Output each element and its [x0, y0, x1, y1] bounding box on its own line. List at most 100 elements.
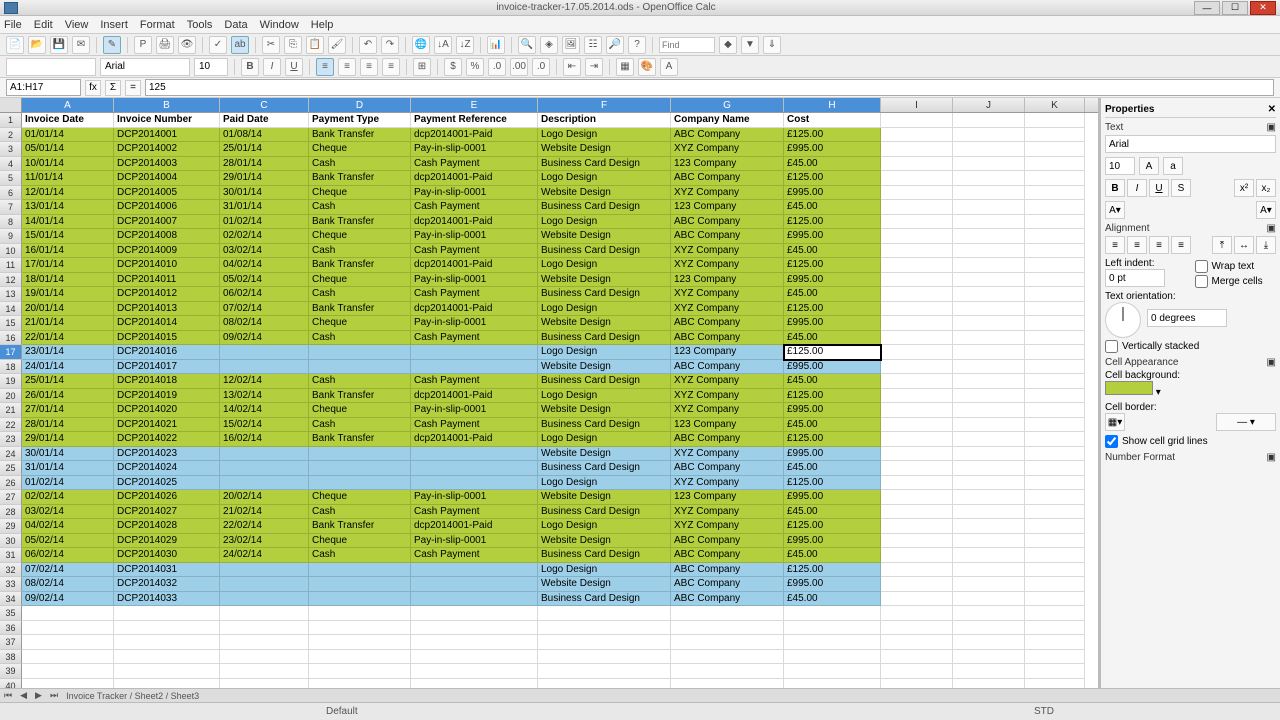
save-icon[interactable]: 💾: [50, 36, 68, 54]
column-headers[interactable]: ABCDEFGHIJK: [0, 98, 1098, 113]
cell[interactable]: ABC Company: [671, 360, 784, 375]
row-header[interactable]: 6: [0, 186, 22, 201]
col-header-J[interactable]: J: [953, 98, 1025, 112]
open-icon[interactable]: 📂: [28, 36, 46, 54]
cell[interactable]: [411, 345, 538, 360]
cell[interactable]: [671, 635, 784, 650]
cell[interactable]: 17/01/14: [22, 258, 114, 273]
cell[interactable]: [309, 461, 411, 476]
cell[interactable]: [881, 273, 953, 288]
cell[interactable]: [881, 432, 953, 447]
cell[interactable]: ABC Company: [671, 461, 784, 476]
cell[interactable]: 06/02/14: [220, 287, 309, 302]
cell[interactable]: [220, 447, 309, 462]
cell[interactable]: [953, 534, 1025, 549]
cell[interactable]: [309, 360, 411, 375]
cell[interactable]: [411, 650, 538, 665]
cell[interactable]: Business Card Design: [538, 157, 671, 172]
cell[interactable]: Logo Design: [538, 128, 671, 143]
cell[interactable]: Cash Payment: [411, 505, 538, 520]
cut-icon[interactable]: ✂: [262, 36, 280, 54]
preview-icon[interactable]: 👁: [178, 36, 196, 54]
cell[interactable]: [881, 360, 953, 375]
cell[interactable]: 19/01/14: [22, 287, 114, 302]
cell[interactable]: 123 Company: [671, 273, 784, 288]
header-cell[interactable]: Payment Type: [309, 113, 411, 128]
cell[interactable]: DCP2014030: [114, 548, 220, 563]
cell[interactable]: [22, 606, 114, 621]
style-combo[interactable]: [6, 58, 96, 76]
cell[interactable]: 20/01/14: [22, 302, 114, 317]
cell[interactable]: [411, 635, 538, 650]
cell[interactable]: 04/02/14: [220, 258, 309, 273]
cell[interactable]: Cash: [309, 287, 411, 302]
cell[interactable]: Cash Payment: [411, 244, 538, 259]
cell[interactable]: [1025, 476, 1085, 491]
cell[interactable]: Business Card Design: [538, 331, 671, 346]
header-cell[interactable]: Paid Date: [220, 113, 309, 128]
cell[interactable]: DCP2014001: [114, 128, 220, 143]
cell[interactable]: [1025, 287, 1085, 302]
cell[interactable]: [953, 476, 1025, 491]
cell[interactable]: Logo Design: [538, 258, 671, 273]
cell[interactable]: [881, 128, 953, 143]
cell[interactable]: 23/01/14: [22, 345, 114, 360]
cell[interactable]: [671, 664, 784, 679]
cell[interactable]: XYZ Company: [671, 389, 784, 404]
inc-indent-icon[interactable]: ⇥: [585, 58, 603, 76]
menu-window[interactable]: Window: [260, 19, 299, 31]
cell[interactable]: Logo Design: [538, 519, 671, 534]
cell[interactable]: Website Design: [538, 360, 671, 375]
cell[interactable]: dcp2014001-Paid: [411, 432, 538, 447]
merge-icon[interactable]: ⊞: [413, 58, 431, 76]
cell[interactable]: Logo Design: [538, 345, 671, 360]
cell[interactable]: dcp2014001-Paid: [411, 215, 538, 230]
cell[interactable]: DCP2014020: [114, 403, 220, 418]
sb-fontcolor-icon[interactable]: A▾: [1105, 201, 1125, 219]
cell[interactable]: [953, 200, 1025, 215]
spellcheck-icon[interactable]: ✓: [209, 36, 227, 54]
cell[interactable]: ABC Company: [671, 548, 784, 563]
cell[interactable]: ABC Company: [671, 229, 784, 244]
cell[interactable]: dcp2014001-Paid: [411, 258, 538, 273]
cell[interactable]: dcp2014001-Paid: [411, 519, 538, 534]
col-header-A[interactable]: A: [22, 98, 114, 112]
cell[interactable]: 08/02/14: [220, 316, 309, 331]
menu-edit[interactable]: Edit: [34, 19, 53, 31]
cell[interactable]: Cash Payment: [411, 374, 538, 389]
row-header[interactable]: 29: [0, 519, 22, 534]
cell[interactable]: [953, 186, 1025, 201]
sb-bot-icon[interactable]: ⤓: [1256, 236, 1276, 254]
cell[interactable]: [22, 621, 114, 636]
cell[interactable]: 30/01/14: [22, 447, 114, 462]
collapse-icon[interactable]: ▣: [1267, 122, 1276, 133]
cell[interactable]: XYZ Company: [671, 447, 784, 462]
cell[interactable]: 25/01/14: [22, 374, 114, 389]
link-icon[interactable]: 🌐: [412, 36, 430, 54]
cell[interactable]: [881, 519, 953, 534]
cell[interactable]: [309, 650, 411, 665]
find-next-icon[interactable]: ▼: [741, 36, 759, 54]
cell[interactable]: [953, 302, 1025, 317]
cell[interactable]: [881, 200, 953, 215]
cell[interactable]: 05/02/14: [22, 534, 114, 549]
cell[interactable]: [309, 664, 411, 679]
menu-help[interactable]: Help: [311, 19, 334, 31]
row-header[interactable]: 36: [0, 621, 22, 636]
cell[interactable]: [1025, 171, 1085, 186]
row-header[interactable]: 3: [0, 142, 22, 157]
menu-view[interactable]: View: [65, 19, 89, 31]
cell[interactable]: 14/01/14: [22, 215, 114, 230]
cell[interactable]: ABC Company: [671, 331, 784, 346]
cell[interactable]: [881, 490, 953, 505]
cell[interactable]: 16/02/14: [220, 432, 309, 447]
header-cell[interactable]: [1025, 113, 1085, 128]
cell[interactable]: [953, 229, 1025, 244]
cell[interactable]: [953, 157, 1025, 172]
cell[interactable]: Pay-in-slip-0001: [411, 403, 538, 418]
minimize-button[interactable]: —: [1194, 1, 1220, 15]
row-header[interactable]: 35: [0, 606, 22, 621]
col-header-F[interactable]: F: [538, 98, 671, 112]
cell[interactable]: [22, 635, 114, 650]
cell[interactable]: Bank Transfer: [309, 171, 411, 186]
